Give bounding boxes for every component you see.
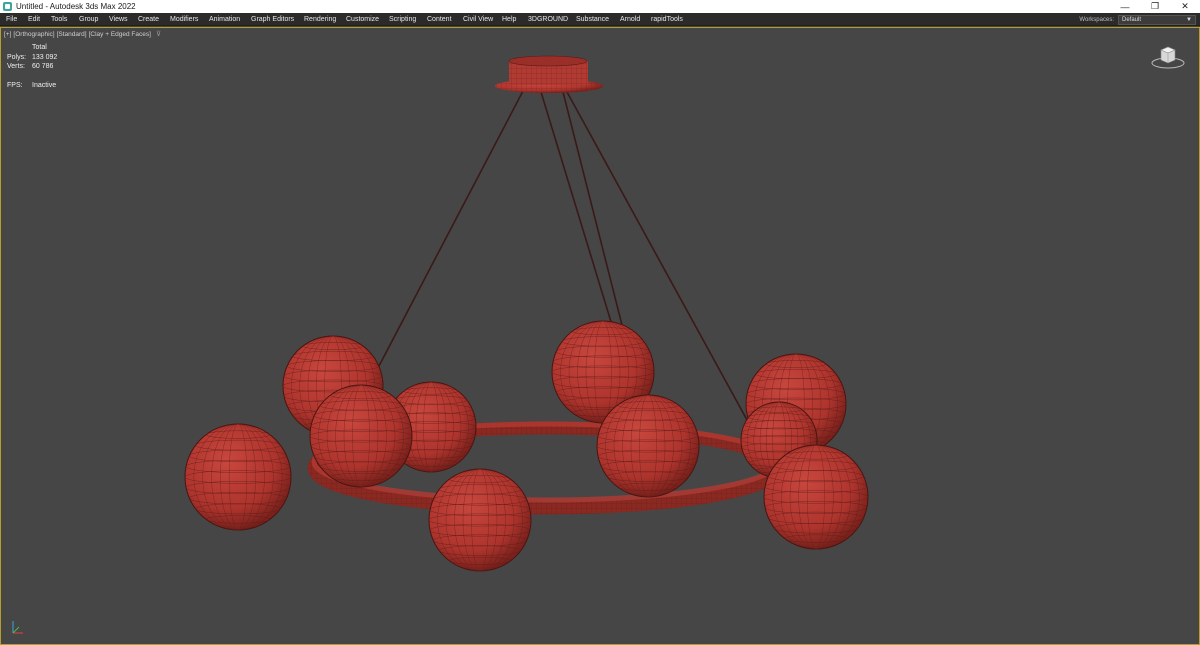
globe-spheres xyxy=(184,320,869,572)
verts-label: Verts: xyxy=(7,63,25,70)
menu-rendering[interactable]: Rendering xyxy=(304,13,336,26)
menu-modifiers[interactable]: Modifiers xyxy=(170,13,198,26)
menu-content[interactable]: Content xyxy=(427,13,452,26)
chevron-down-icon: ▼ xyxy=(1186,16,1192,23)
menu-create[interactable]: Create xyxy=(138,13,159,26)
globe-sphere xyxy=(184,423,292,531)
viewport-statistics: Total Polys: 133 092 Verts: 60 786 FPS: Ina… xyxy=(7,43,57,90)
restore-button[interactable]: ❐ xyxy=(1140,0,1170,13)
viewport-general-menu[interactable]: [+] xyxy=(4,31,11,38)
axis-indicator xyxy=(12,621,23,634)
menu-help[interactable]: Help xyxy=(502,13,516,26)
globe-sphere xyxy=(428,468,532,572)
polys-label: Polys: xyxy=(7,53,27,61)
globe-sphere xyxy=(763,444,869,550)
menu-file[interactable]: File xyxy=(6,13,17,26)
menu-bar: File Edit Tools Group Views Create Modif… xyxy=(0,13,1200,26)
globe-sphere xyxy=(309,384,413,488)
fps-label: FPS: xyxy=(7,81,23,89)
menu-3dground[interactable]: 3DGROUND xyxy=(528,13,568,26)
menu-edit[interactable]: Edit xyxy=(28,13,40,26)
menu-graph-editors[interactable]: Graph Editors xyxy=(251,13,294,26)
window-controls: — ❐ ✕ xyxy=(1110,0,1200,13)
app-logo-icon xyxy=(3,2,12,11)
title-bar: Untitled - Autodesk 3ds Max 2022 — ❐ ✕ xyxy=(0,0,1200,13)
globe-sphere xyxy=(596,394,700,498)
menu-group[interactable]: Group xyxy=(79,13,98,26)
menu-substance[interactable]: Substance xyxy=(576,13,609,26)
viewport-point-of-view[interactable]: [Orthographic] xyxy=(13,31,54,38)
workspaces-value: Default xyxy=(1122,16,1142,23)
menu-customize[interactable]: Customize xyxy=(346,13,379,26)
workspaces-control: Workspaces: Default ▼ xyxy=(1079,14,1196,25)
ceiling-canopy xyxy=(495,55,603,93)
scene-render xyxy=(12,55,869,634)
viewport-perspective[interactable]: [+] [Orthographic] [Standard] [Clay + Ed… xyxy=(0,27,1200,645)
filter-icon[interactable]: ⊽ xyxy=(156,30,161,38)
minimize-button[interactable]: — xyxy=(1110,0,1140,13)
viewport-label-menu: [+] [Orthographic] [Standard] [Clay + Ed… xyxy=(4,30,161,39)
menu-tools[interactable]: Tools xyxy=(51,13,67,26)
menu-civil-view[interactable]: Civil View xyxy=(463,13,493,26)
menu-arnold[interactable]: Arnold xyxy=(620,13,640,26)
window-title: Untitled - Autodesk 3ds Max 2022 xyxy=(16,2,136,11)
workspaces-label: Workspaces: xyxy=(1079,16,1114,23)
fps-value: Inactive xyxy=(32,81,57,89)
viewcube-icon[interactable] xyxy=(1151,44,1185,70)
viewport-shading-standard[interactable]: [Standard] xyxy=(57,31,87,38)
menu-scripting[interactable]: Scripting xyxy=(389,13,416,26)
viewport-shading-mode[interactable]: [Clay + Edged Faces] xyxy=(89,31,151,38)
polys-value: 133 092 xyxy=(32,53,58,61)
verts-value: 60 786 xyxy=(32,63,54,70)
menu-rapidtools[interactable]: rapidTools xyxy=(651,13,683,26)
stats-header: Total xyxy=(32,44,47,51)
menu-animation[interactable]: Animation xyxy=(209,13,240,26)
close-button[interactable]: ✕ xyxy=(1170,0,1200,13)
workspaces-dropdown[interactable]: Default ▼ xyxy=(1118,14,1196,25)
menu-views[interactable]: Views xyxy=(109,13,128,26)
